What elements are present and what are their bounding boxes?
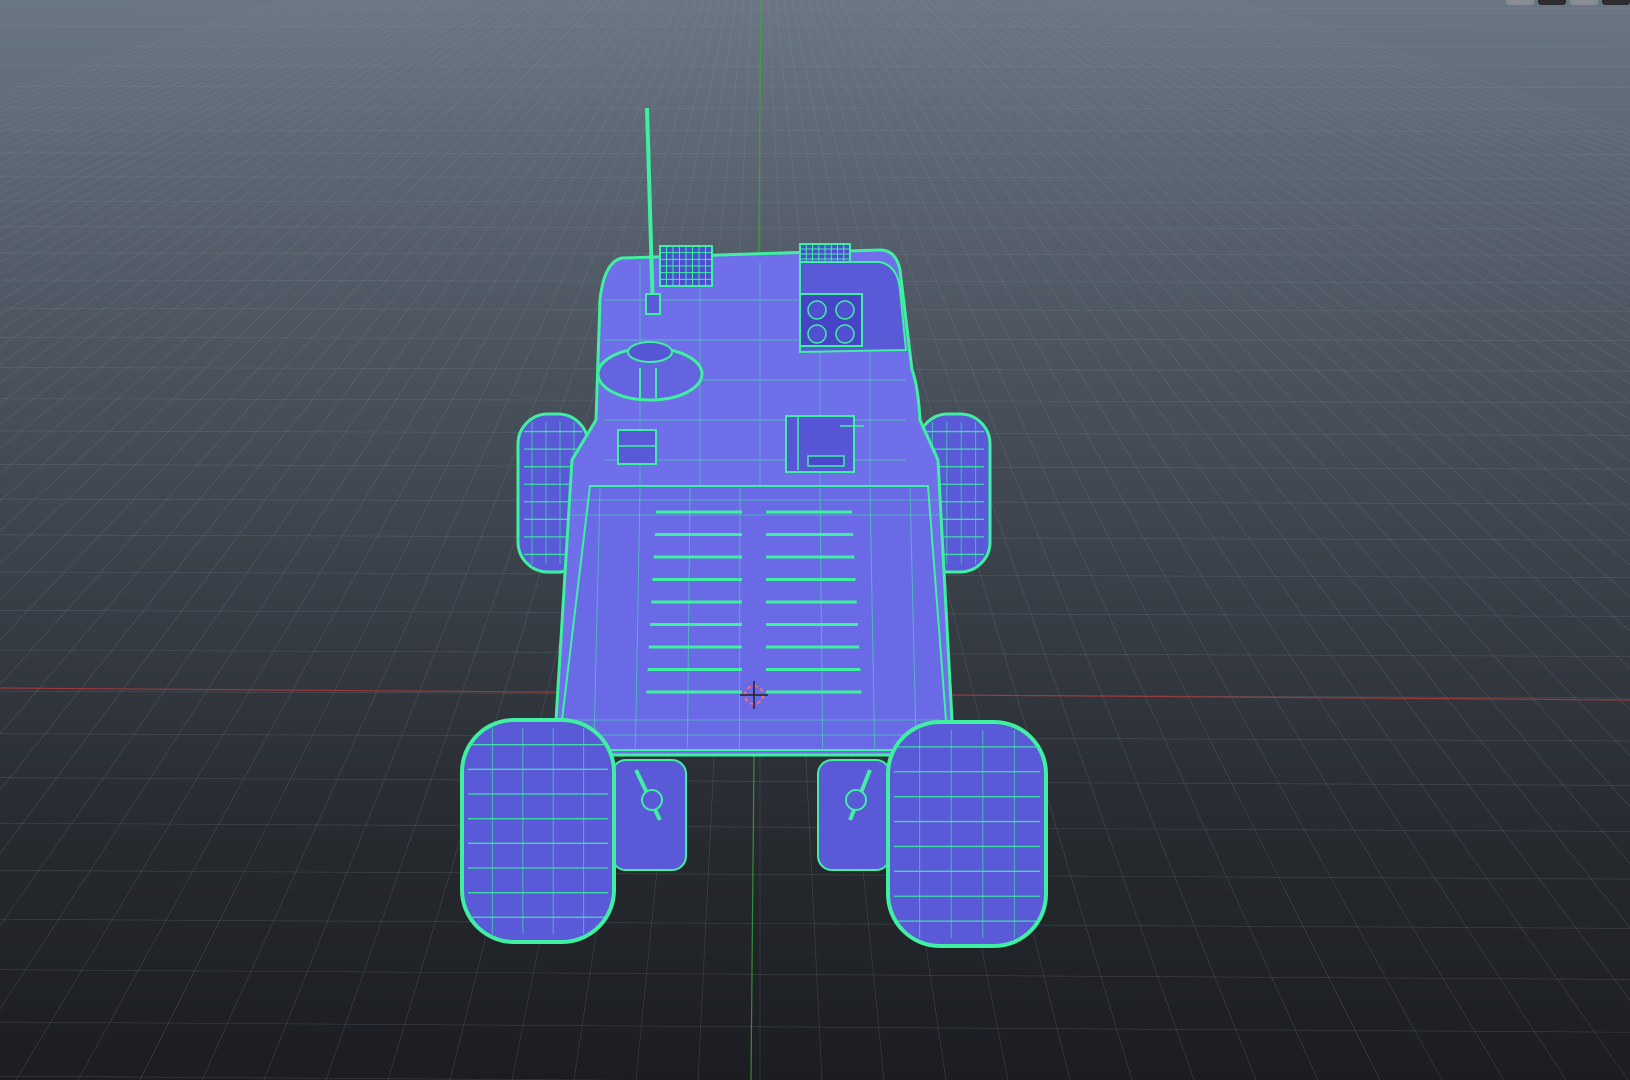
overlay-toggle[interactable] [1570, 0, 1598, 5]
view-toggle[interactable] [1506, 0, 1534, 5]
front-right-wheel[interactable] [886, 720, 1048, 948]
side-box [617, 429, 657, 465]
shading-toggle[interactable] [1538, 0, 1566, 5]
viewport-gizmo-bar [1506, 0, 1630, 5]
front-left-suspension [611, 759, 687, 871]
front-right-suspension [817, 759, 891, 871]
layout-toggle[interactable] [1602, 0, 1630, 5]
launcher-box[interactable] [799, 261, 908, 354]
rear-grille-left [659, 245, 713, 287]
viewport-scene[interactable] [0, 0, 1630, 1080]
front-left-wheel[interactable] [460, 718, 616, 944]
front-hood[interactable] [560, 485, 948, 751]
3d-viewport[interactable] [0, 0, 1630, 1080]
top-hatch[interactable] [785, 415, 864, 473]
